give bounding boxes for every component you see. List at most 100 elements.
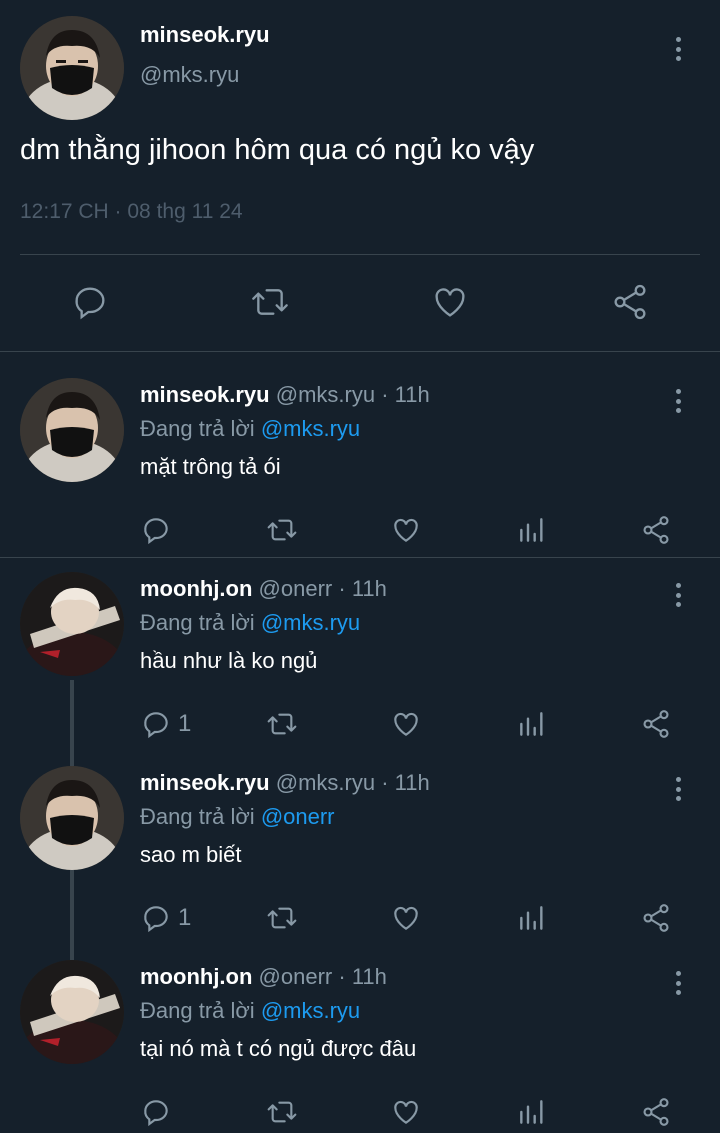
author-name[interactable]: moonhj.on [140, 964, 252, 989]
reply-icon[interactable] [140, 514, 172, 546]
more-options-icon[interactable] [668, 34, 688, 64]
reply-time[interactable]: 11h [395, 382, 430, 407]
like-icon[interactable] [390, 1096, 422, 1128]
reply-tweet[interactable]: minseok.ryu @mks.ryu · 11h Đang trả lời … [0, 752, 720, 946]
share-button[interactable] [640, 514, 672, 546]
reply-button[interactable]: 1 [140, 902, 191, 934]
analytics-icon[interactable] [516, 708, 548, 740]
share-icon[interactable] [640, 514, 672, 546]
like-button[interactable] [390, 708, 422, 740]
reply-header: minseok.ryu @mks.ryu · 11h [140, 382, 430, 408]
like-button[interactable] [390, 514, 422, 546]
reply-icon[interactable] [140, 1096, 172, 1128]
avatar[interactable] [20, 960, 124, 1064]
share-icon[interactable] [640, 708, 672, 740]
retweet-button[interactable] [266, 514, 298, 546]
avatar[interactable] [20, 766, 124, 870]
reply-button[interactable] [140, 1096, 178, 1128]
retweet-button[interactable] [266, 708, 298, 740]
reply-text: mặt trông tả ói [140, 454, 281, 479]
reply-header: minseok.ryu @mks.ryu · 11h [140, 770, 430, 796]
author-name[interactable]: minseok.ryu [140, 382, 270, 407]
reply-time[interactable]: 11h [395, 770, 430, 795]
share-icon[interactable] [640, 1096, 672, 1128]
replying-prefix: Đang trả lời [140, 416, 261, 441]
author-handle[interactable]: @mks.ryu [276, 382, 375, 407]
mention-link[interactable]: @mks.ryu [261, 416, 360, 441]
analytics-button[interactable] [516, 902, 548, 934]
share-button[interactable] [640, 902, 672, 934]
retweet-icon[interactable] [266, 902, 298, 934]
avatar[interactable] [20, 16, 124, 120]
mention-link[interactable]: @onerr [261, 804, 335, 829]
replying-prefix: Đang trả lời [140, 610, 261, 635]
retweet-icon[interactable] [266, 514, 298, 546]
like-button[interactable] [390, 902, 422, 934]
like-icon[interactable] [390, 514, 422, 546]
analytics-button[interactable] [516, 1096, 548, 1128]
replying-to: Đang trả lời @mks.ryu [140, 416, 360, 442]
more-options-icon[interactable] [668, 580, 688, 610]
more-options-icon[interactable] [668, 968, 688, 998]
reply-count: 1 [178, 710, 192, 737]
analytics-button[interactable] [516, 708, 548, 740]
analytics-icon[interactable] [516, 1096, 548, 1128]
author-name[interactable]: moonhj.on [140, 576, 252, 601]
divider [0, 351, 720, 352]
separator-dot: · [381, 382, 389, 407]
share-icon[interactable] [640, 902, 672, 934]
author-handle[interactable]: @mks.ryu [140, 62, 239, 88]
tweet-text: dm thằng jihoon hôm qua có ngủ ko vậy [20, 134, 535, 166]
retweet-icon[interactable] [266, 1096, 298, 1128]
author-handle[interactable]: @onerr [259, 964, 333, 989]
reply-icon[interactable] [70, 282, 110, 322]
reply-button[interactable]: 1 [140, 708, 191, 740]
separator-dot: · [338, 576, 346, 601]
retweet-button[interactable] [266, 1096, 298, 1128]
replying-to: Đang trả lời @mks.ryu [140, 610, 360, 636]
reply-text: sao m biết [140, 842, 242, 867]
reply-icon[interactable] [140, 708, 172, 740]
analytics-button[interactable] [516, 514, 548, 546]
replying-prefix: Đang trả lời [140, 998, 261, 1023]
like-icon[interactable] [390, 902, 422, 934]
avatar[interactable] [20, 378, 124, 482]
reply-icon[interactable] [140, 902, 172, 934]
reply-count: 1 [178, 904, 192, 931]
avatar[interactable] [20, 572, 124, 676]
retweet-icon[interactable] [266, 708, 298, 740]
author-handle[interactable]: @onerr [259, 576, 333, 601]
mention-link[interactable]: @mks.ryu [261, 610, 360, 635]
like-icon[interactable] [430, 282, 470, 322]
replying-to: Đang trả lời @mks.ryu [140, 998, 360, 1024]
more-options-icon[interactable] [668, 774, 688, 804]
retweet-icon[interactable] [250, 282, 290, 322]
share-button[interactable] [640, 1096, 672, 1128]
author-name[interactable]: minseok.ryu [140, 22, 270, 48]
author-name[interactable]: minseok.ryu [140, 770, 270, 795]
reply-tweet[interactable]: minseok.ryu @mks.ryu · 11h Đang trả lời … [0, 364, 720, 558]
reply-button[interactable] [140, 514, 178, 546]
main-tweet: minseok.ryu @mks.ryu dm thằng jihoon hôm… [0, 0, 720, 352]
like-icon[interactable] [390, 708, 422, 740]
reply-tweet[interactable]: moonhj.on @onerr · 11h Đang trả lời @mks… [0, 946, 720, 1133]
reply-time[interactable]: 11h [352, 964, 387, 989]
share-icon[interactable] [610, 282, 650, 322]
replying-prefix: Đang trả lời [140, 804, 261, 829]
mention-link[interactable]: @mks.ryu [261, 998, 360, 1023]
reply-text: tại nó mà t có ngủ được đâu [140, 1036, 417, 1061]
tweet-timestamp[interactable]: 12:17 CH · 08 thg 11 24 [20, 200, 243, 224]
reply-header: moonhj.on @onerr · 11h [140, 964, 387, 990]
reply-time[interactable]: 11h [352, 576, 387, 601]
reply-header: moonhj.on @onerr · 11h [140, 576, 387, 602]
analytics-icon[interactable] [516, 902, 548, 934]
share-button[interactable] [640, 708, 672, 740]
more-options-icon[interactable] [668, 386, 688, 416]
author-handle[interactable]: @mks.ryu [276, 770, 375, 795]
separator-dot: · [381, 770, 389, 795]
retweet-button[interactable] [266, 902, 298, 934]
reply-tweet[interactable]: moonhj.on @onerr · 11h Đang trả lời @mks… [0, 558, 720, 752]
reply-text: hầu như là ko ngủ [140, 648, 318, 673]
analytics-icon[interactable] [516, 514, 548, 546]
like-button[interactable] [390, 1096, 422, 1128]
